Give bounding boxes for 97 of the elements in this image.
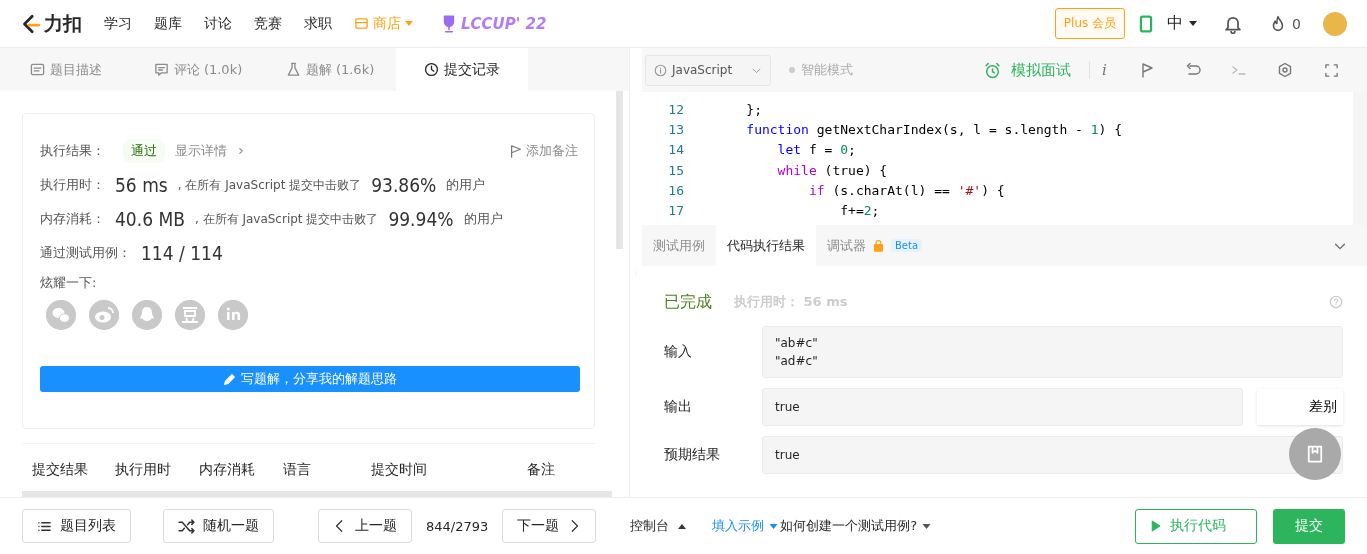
panel-tab[interactable]: 提交记录 xyxy=(396,48,528,91)
avatar[interactable] xyxy=(1323,11,1347,36)
field-label: 输出 xyxy=(664,398,693,416)
share-label: 炫耀一下: xyxy=(40,274,97,292)
caret-icon xyxy=(1189,21,1198,26)
caret-icon xyxy=(678,523,687,529)
bookmark-icon xyxy=(1305,444,1325,464)
cases-value: 114 / 114 xyxy=(141,242,223,264)
scrollbar[interactable] xyxy=(22,491,612,497)
info-button[interactable]: i xyxy=(1089,61,1119,79)
details-link[interactable]: 显示详情 xyxy=(175,142,227,160)
column-header: 内存消耗 xyxy=(199,460,256,479)
wechat-icon[interactable] xyxy=(46,300,76,330)
line-number: 12 xyxy=(667,101,684,117)
brand-name[interactable]: 力扣 xyxy=(44,10,82,37)
beta-badge: Beta xyxy=(891,239,923,252)
console-toggle[interactable]: 控制台 xyxy=(630,517,687,535)
chevron-icon xyxy=(237,147,245,155)
result-label: 执行结果： xyxy=(40,142,105,160)
linkedin-icon[interactable] xyxy=(218,300,248,330)
logo-icon xyxy=(20,13,40,34)
caret-icon xyxy=(769,523,779,529)
settings-icon xyxy=(1277,62,1293,78)
diff-button[interactable]: 差别 xyxy=(1257,389,1343,425)
pencil-icon xyxy=(223,372,236,386)
language-menu[interactable]: 中 xyxy=(1167,13,1198,34)
weibo-icon[interactable] xyxy=(89,300,119,330)
help-icon xyxy=(1329,295,1343,309)
caret-icon xyxy=(922,523,932,529)
problem-list-button[interactable]: 题目列表 xyxy=(22,509,131,543)
column-header: 提交时间 xyxy=(371,460,428,479)
stat-text: , 在所有 JavaScript 提交中击败了 xyxy=(177,176,362,194)
previous-problem-button[interactable]: 上一题 xyxy=(318,509,412,543)
fullscreen-icon xyxy=(1323,62,1339,78)
result-field: true xyxy=(762,388,1243,426)
add-note-link[interactable]: 添加备注 xyxy=(509,142,578,160)
line-number: 17 xyxy=(667,203,684,219)
language-select[interactable]: JavaScript xyxy=(645,54,771,86)
line-number: 14 xyxy=(667,142,684,158)
douban-icon[interactable] xyxy=(175,300,205,330)
clock-icon xyxy=(424,62,439,77)
console-tab[interactable]: 代码执行结果 xyxy=(716,225,816,266)
column-header: 提交结果 xyxy=(32,460,89,479)
undo-icon xyxy=(1185,62,1201,78)
flag-icon xyxy=(509,144,523,158)
result-field: true xyxy=(762,436,1343,474)
nav-link[interactable]: 竞赛 xyxy=(254,14,282,33)
play-icon xyxy=(1150,520,1162,532)
caret-icon xyxy=(405,21,413,26)
line-number: 13 xyxy=(667,121,684,137)
stat-value: 56 ms xyxy=(115,174,168,196)
stat-text: , 在所有 JavaScript 提交中击败了 xyxy=(194,210,379,228)
random-problem-button[interactable]: 随机一题 xyxy=(163,509,274,543)
next-problem-button[interactable]: 下一题 xyxy=(502,509,597,543)
nav-link[interactable]: 讨论 xyxy=(204,14,232,33)
code-line: f+=2; xyxy=(839,203,880,219)
document-icon xyxy=(30,62,45,77)
result-field: "ab#c" "ad#c" xyxy=(762,326,1343,378)
cases-label: 通过测试用例： xyxy=(40,244,131,262)
field-label: 输入 xyxy=(664,343,693,361)
column-header: 语言 xyxy=(283,460,312,479)
flag-icon xyxy=(1139,62,1155,78)
status-tag: 通过 xyxy=(123,139,165,163)
stat-suffix: 的用户 xyxy=(446,176,486,194)
flask-icon xyxy=(285,62,301,77)
stat-percent: 93.86% xyxy=(371,174,437,196)
problem-position: 844/2793 xyxy=(426,518,489,534)
points-count: 0 xyxy=(1292,15,1301,32)
stat-value: 40.6 MB xyxy=(115,208,185,230)
store-icon xyxy=(354,16,369,31)
line-number: 15 xyxy=(667,162,684,178)
line-number: 16 xyxy=(667,182,684,198)
column-header: 备注 xyxy=(527,460,556,479)
stat-percent: 99.94% xyxy=(388,208,454,230)
test-case-help-link[interactable]: 如何创建一个测试用例? xyxy=(780,517,932,535)
info-circle-icon xyxy=(654,63,667,77)
nav-link[interactable]: 学习 xyxy=(104,14,132,33)
stat-label: 执行用时： xyxy=(40,176,105,194)
code-line: while (true) { xyxy=(776,162,888,178)
nav-link[interactable]: 题库 xyxy=(154,14,182,33)
alarm-clock-icon xyxy=(984,61,1001,79)
code-line: }; xyxy=(745,101,762,117)
stat-suffix: 的用户 xyxy=(463,210,503,228)
floating-button[interactable] xyxy=(1289,428,1341,480)
comment-icon xyxy=(153,62,169,77)
run-status: 已完成 xyxy=(664,291,712,313)
nav-link[interactable]: 求职 xyxy=(304,14,332,33)
scrollbar[interactable] xyxy=(616,91,623,249)
code-line: if (s.charAt(l) == '#') { xyxy=(807,182,1005,198)
lock-icon xyxy=(872,239,885,252)
field-label: 预期结果 xyxy=(664,446,721,464)
stat-label: 内存消耗： xyxy=(40,210,105,228)
penguin-icon[interactable] xyxy=(132,300,162,330)
code-line: function getNextCharIndex(s, l = s.length - 1) { xyxy=(745,121,1122,137)
code-line: let f = 0; xyxy=(776,142,856,158)
shuffle-icon xyxy=(178,517,195,535)
column-header: 执行用时 xyxy=(115,460,172,479)
